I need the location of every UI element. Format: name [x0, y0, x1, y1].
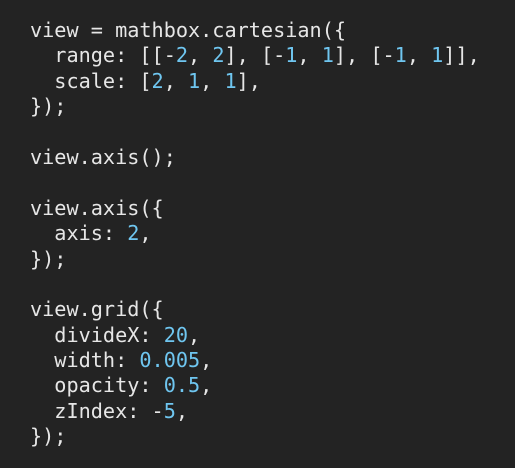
- code-line: });: [30, 94, 515, 119]
- code-number-token: 2: [151, 68, 164, 93]
- code-text-token: });: [30, 246, 67, 271]
- code-text-token: view.grid({: [30, 297, 164, 322]
- code-text-token: ,: [297, 43, 322, 68]
- code-line: view.axis();: [30, 145, 515, 170]
- code-line: });: [30, 247, 515, 272]
- code-text-token: view = mathbox.cartesian({: [30, 18, 347, 42]
- code-line: });: [30, 424, 515, 449]
- code-text-token: view.axis({: [30, 195, 164, 220]
- code-text-token: ,: [188, 322, 201, 347]
- code-line: range: [[-2, 2], [-1, 1], [-1, 1]],: [30, 43, 515, 68]
- code-block[interactable]: view = mathbox.cartesian({ range: [[-2, …: [30, 18, 515, 450]
- code-text-token: });: [30, 424, 67, 449]
- code-text-token: ], [-: [333, 43, 395, 68]
- code-line: view.axis({: [30, 196, 515, 221]
- code-number-token: 1: [394, 43, 407, 68]
- code-text-token: ]],: [443, 43, 480, 68]
- code-text-token: range: [[-: [30, 43, 176, 68]
- code-text-token: ,: [188, 43, 213, 68]
- code-text-token: ,: [200, 373, 213, 398]
- code-number-token: 1: [431, 43, 444, 68]
- code-text-token: ,: [200, 348, 213, 373]
- code-text-token: view.axis();: [30, 144, 176, 169]
- code-line: scale: [2, 1, 1],: [30, 69, 515, 94]
- code-number-token: 20: [163, 322, 189, 347]
- code-line: view.grid({: [30, 297, 515, 322]
- code-text-token: ,: [200, 68, 225, 93]
- code-text-token: ,: [163, 68, 189, 93]
- code-number-token: 0.005: [139, 348, 201, 373]
- code-number-token: 1: [188, 68, 201, 93]
- code-text-token: width:: [30, 348, 140, 373]
- code-number-token: 1: [224, 68, 237, 93]
- code-text-token: ], [-: [224, 43, 286, 68]
- code-number-token: 2: [127, 221, 140, 246]
- code-line: view = mathbox.cartesian({: [30, 18, 515, 43]
- code-text-token: axis:: [30, 221, 128, 246]
- code-number-token: 2: [175, 43, 189, 68]
- code-line: opacity: 0.5,: [30, 373, 515, 398]
- code-number-token: 2: [212, 43, 225, 68]
- code-text-token: scale: [: [30, 68, 152, 93]
- code-line: axis: 2,: [30, 221, 515, 246]
- code-line: divideX: 20,: [30, 323, 515, 348]
- code-number-token: 1: [285, 43, 298, 68]
- code-text-token: ],: [236, 68, 261, 93]
- code-number-token: 0.5: [163, 373, 201, 398]
- code-editor[interactable]: view = mathbox.cartesian({ range: [[-2, …: [0, 0, 515, 468]
- code-number-token: 1: [321, 43, 334, 68]
- code-text-token: });: [30, 94, 67, 119]
- code-text-token: zIndex: -: [30, 398, 164, 423]
- code-number-token: 5: [163, 398, 176, 423]
- code-line: width: 0.005,: [30, 348, 515, 373]
- code-text-token: ,: [139, 221, 152, 246]
- code-line: zIndex: -5,: [30, 399, 515, 424]
- code-text-token: ,: [175, 398, 189, 423]
- code-text-token: divideX:: [30, 322, 164, 347]
- code-text-token: ,: [406, 43, 432, 68]
- code-text-token: opacity:: [30, 373, 164, 398]
